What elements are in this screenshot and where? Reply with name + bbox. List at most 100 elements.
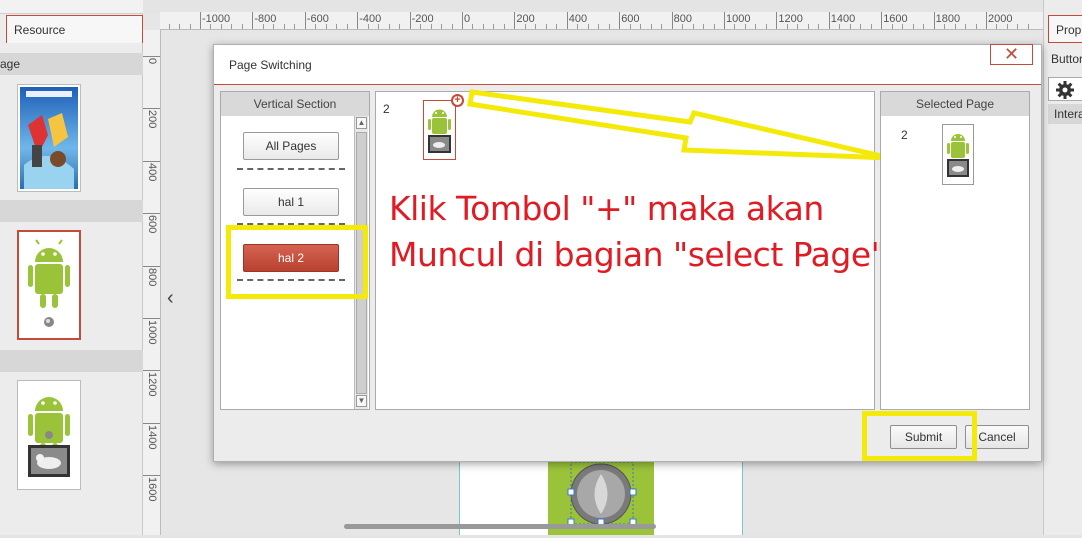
section-divider [0, 200, 143, 222]
gear-icon[interactable] [1048, 77, 1082, 101]
interaction-section-header[interactable]: Intera [1048, 104, 1082, 124]
scroll-down-icon[interactable]: ▼ [356, 395, 367, 407]
android-with-photo-icon [28, 397, 70, 477]
section-divider [0, 350, 143, 372]
selected-page-thumbnail[interactable] [942, 124, 974, 185]
left-toolbar-strip [0, 0, 143, 14]
ruler-minor-tick [472, 24, 474, 29]
page-thumbnail[interactable] [17, 84, 81, 192]
ruler-major-tick [357, 12, 359, 29]
selected-page-number: 2 [901, 128, 908, 142]
horizontal-ruler: -1000 -800 -600 -400 -200 0 200 400 600 800 1000 12… [160, 12, 1043, 30]
ruler-minor-tick [765, 24, 767, 29]
ruler-major-tick [828, 12, 830, 29]
ruler-minor-tick [954, 24, 956, 29]
ruler-minor-tick [210, 24, 212, 29]
ruler-label: 1800 [935, 13, 961, 25]
ruler-minor-tick [1017, 24, 1019, 29]
ruler-label: 600 [146, 215, 158, 234]
ruler-label: 800 [146, 267, 158, 286]
highlight-box [226, 225, 368, 299]
section-item-all-pages[interactable]: All Pages [243, 132, 339, 160]
ruler-minor-tick [587, 24, 589, 29]
ruler-label: 400 [146, 162, 158, 182]
vertical-ruler: 0 200 400 600 800 1000 1200 1400 1600 [143, 30, 161, 535]
ruler-major-tick [776, 12, 778, 29]
ruler-minor-tick [482, 24, 484, 29]
ruler-minor-tick [608, 24, 610, 29]
close-icon: ✕ [1003, 44, 1020, 64]
ruler-minor-tick [975, 24, 977, 29]
ruler-label: 1200 [778, 13, 803, 25]
ruler-minor-tick [682, 24, 684, 29]
ruler-minor-tick [703, 24, 705, 29]
ruler-label: 1400 [146, 424, 158, 450]
dashed-divider [237, 168, 345, 170]
ruler-minor-tick [451, 24, 453, 29]
ruler-label: 1600 [146, 477, 158, 502]
ruler-major-tick [143, 56, 160, 57]
page-thumbnail-selected[interactable] [17, 230, 81, 340]
page-section-header: age [0, 53, 143, 75]
ruler-minor-tick [944, 24, 946, 29]
tab-resource[interactable]: Resource [6, 15, 143, 43]
ruler-major-tick [409, 12, 411, 29]
ruler-major-tick [671, 12, 673, 29]
ruler-major-tick [252, 12, 254, 29]
ruler-minor-tick [839, 24, 841, 29]
ruler-minor-tick [965, 24, 967, 29]
ruler-minor-tick [923, 24, 925, 29]
ruler-minor-tick [430, 24, 432, 29]
plus-circle-icon[interactable]: + [451, 94, 464, 107]
page-thumbnail[interactable] [17, 380, 81, 490]
ruler-label: 1400 [830, 13, 856, 25]
ruler-minor-tick [870, 24, 872, 29]
ruler-minor-tick [336, 24, 338, 29]
ruler-major-tick [986, 12, 987, 29]
ruler-minor-tick [388, 24, 390, 29]
scroll-up-icon[interactable]: ▲ [356, 117, 367, 129]
ruler-minor-tick [629, 24, 631, 29]
close-button[interactable]: ✕ [990, 44, 1033, 65]
ruler-minor-tick [661, 24, 663, 29]
ruler-minor-tick [535, 24, 537, 29]
arrow-annotation [467, 89, 891, 161]
horizontal-scrollbar[interactable] [344, 524, 656, 529]
highlight-box [862, 411, 977, 461]
android-with-photo-icon [428, 109, 451, 153]
tab-properties[interactable]: Prop [1048, 15, 1082, 43]
ruler-minor-tick [545, 24, 547, 29]
ruler-label: 0 [464, 13, 471, 25]
ruler-minor-tick [912, 24, 914, 29]
section-item-hal-1[interactable]: hal 1 [243, 188, 339, 216]
dialog-titlebar [214, 45, 1041, 85]
ruler-minor-tick [189, 24, 191, 29]
ruler-minor-tick [650, 24, 652, 29]
ruler-major-tick [143, 422, 160, 424]
ruler-minor-tick [220, 24, 222, 29]
ruler-major-tick [566, 12, 568, 29]
ruler-major-tick [514, 12, 516, 29]
ruler-minor-tick [556, 24, 558, 29]
ruler-minor-tick [493, 24, 495, 29]
ruler-minor-tick [797, 24, 799, 29]
ruler-minor-tick [849, 24, 851, 29]
ruler-minor-tick [692, 24, 694, 29]
page-thumbnail[interactable] [423, 100, 456, 160]
ruler-minor-tick [786, 24, 788, 29]
ruler-minor-tick [902, 24, 904, 29]
ruler-minor-tick [891, 24, 893, 29]
ruler-minor-tick [346, 24, 348, 29]
vertical-section-header: Vertical Section [221, 92, 369, 116]
ruler-minor-tick [807, 24, 809, 29]
ruler-label: 2000 [988, 13, 1013, 25]
chevron-left-icon[interactable]: ‹ [167, 288, 183, 308]
ruler-label: 1600 [883, 13, 908, 25]
ruler-minor-tick [598, 24, 600, 29]
ruler-minor-tick [818, 24, 820, 29]
ruler-minor-tick [640, 24, 642, 29]
ruler-minor-tick [168, 24, 170, 29]
ruler-minor-tick [503, 24, 505, 29]
ruler-label: -1000 [202, 13, 231, 25]
ruler-minor-tick [420, 24, 422, 29]
